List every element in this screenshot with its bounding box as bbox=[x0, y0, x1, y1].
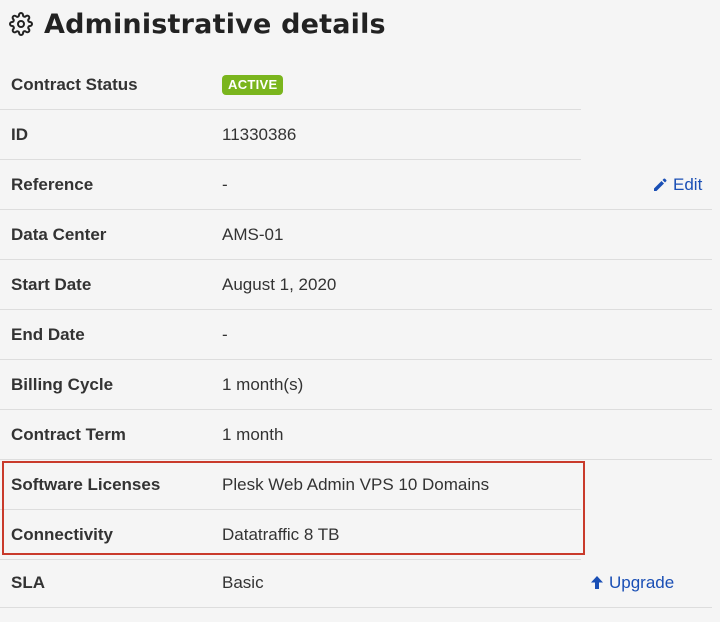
row-reference: Reference - Edit bbox=[0, 160, 712, 210]
row-label: Software Licenses bbox=[11, 475, 161, 494]
row-end-date: End Date - bbox=[0, 310, 712, 360]
row-label: Start Date bbox=[11, 275, 92, 294]
edit-label: Edit bbox=[673, 175, 703, 194]
row-contract-term: Contract Term 1 month bbox=[0, 410, 712, 460]
row-label: Billing Cycle bbox=[11, 375, 114, 394]
pencil-icon bbox=[652, 177, 668, 193]
arrow-up-icon bbox=[590, 575, 604, 591]
page-title: Administrative details bbox=[44, 8, 386, 40]
row-value: - bbox=[222, 175, 228, 194]
gear-icon bbox=[8, 11, 34, 37]
row-contract-status: Contract Status ACTIVE bbox=[0, 60, 581, 110]
row-label: Data Center bbox=[11, 225, 107, 244]
row-data-center: Data Center AMS-01 bbox=[0, 210, 712, 260]
row-label: Contract Status bbox=[11, 75, 138, 94]
edit-button[interactable]: Edit bbox=[652, 160, 702, 209]
row-value: Datatraffic 8 TB bbox=[222, 525, 340, 544]
row-sla: SLA Basic Upgrade bbox=[0, 558, 712, 608]
row-start-date: Start Date August 1, 2020 bbox=[0, 260, 712, 310]
row-software-licenses: Software Licenses Plesk Web Admin VPS 10… bbox=[0, 460, 581, 510]
row-value: 1 month bbox=[222, 425, 284, 444]
upgrade-label: Upgrade bbox=[609, 573, 675, 592]
row-value: Plesk Web Admin VPS 10 Domains bbox=[222, 475, 490, 494]
row-billing-cycle: Billing Cycle 1 month(s) bbox=[0, 360, 712, 410]
row-label: Reference bbox=[11, 175, 94, 194]
upgrade-button[interactable]: Upgrade bbox=[590, 558, 674, 607]
status-badge: ACTIVE bbox=[222, 75, 284, 95]
row-label: Connectivity bbox=[11, 525, 114, 544]
row-label: ID bbox=[11, 125, 28, 144]
row-value: 11330386 bbox=[222, 125, 297, 144]
row-value: AMS-01 bbox=[222, 225, 284, 244]
row-value: August 1, 2020 bbox=[222, 275, 337, 294]
row-label: Contract Term bbox=[11, 425, 126, 444]
row-value: Basic bbox=[222, 573, 264, 592]
row-label: SLA bbox=[11, 573, 45, 592]
row-value: 1 month(s) bbox=[222, 375, 304, 394]
row-value: - bbox=[222, 325, 228, 344]
row-id: ID 11330386 bbox=[0, 110, 581, 160]
row-connectivity: Connectivity Datatraffic 8 TB bbox=[0, 510, 581, 560]
section-header: Administrative details bbox=[8, 6, 386, 42]
row-label: End Date bbox=[11, 325, 85, 344]
